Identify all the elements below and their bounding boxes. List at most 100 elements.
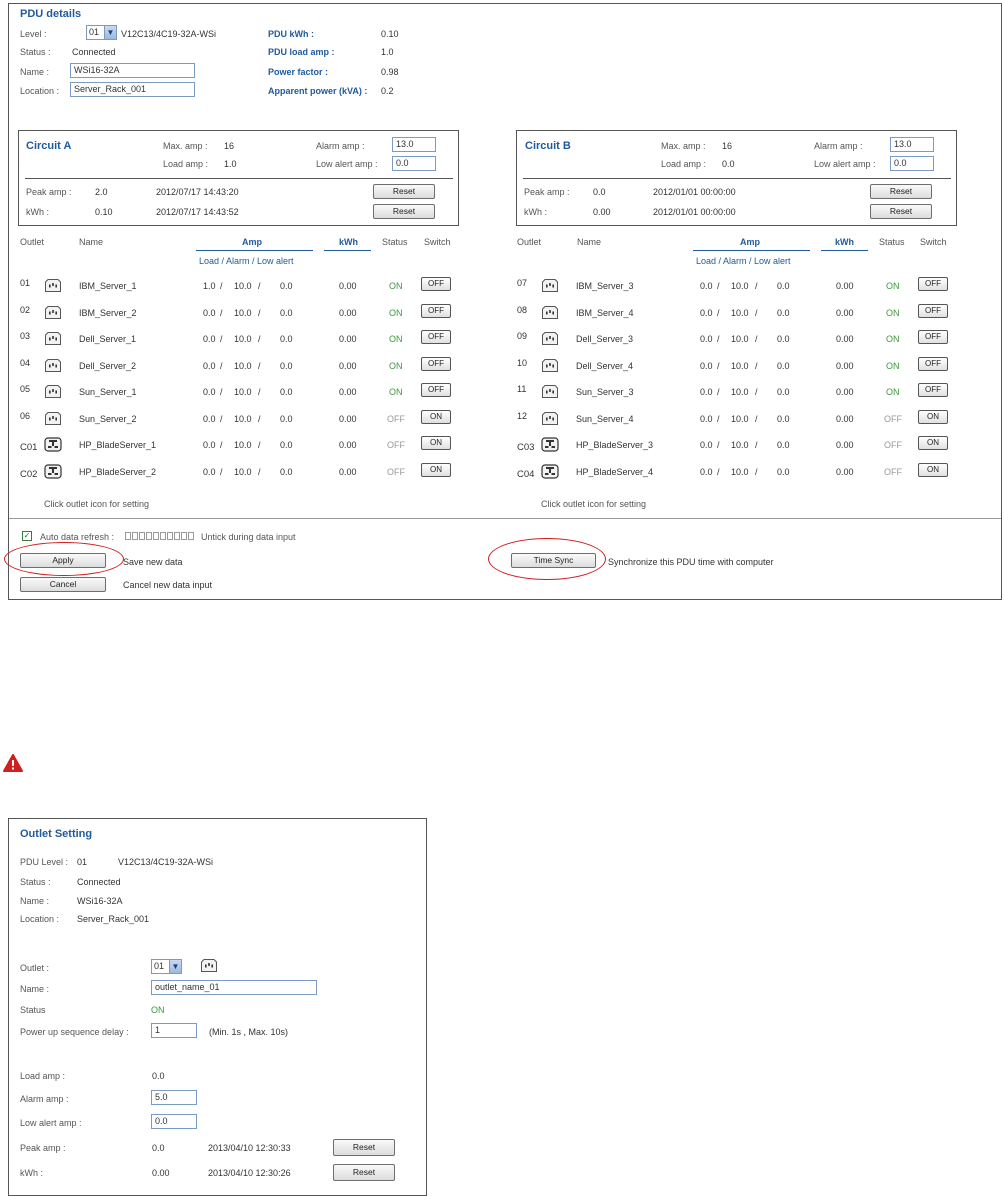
outlet-switch-button[interactable]: ON — [918, 409, 948, 424]
os-alarm-amp-label: Alarm amp : — [20, 1094, 69, 1104]
outlet-switch-button[interactable]: OFF — [918, 383, 948, 397]
outlet-name: HP_BladeServer_3 — [576, 440, 654, 450]
outlet-switch-button[interactable]: ON — [918, 462, 948, 477]
outlet-low-alert: 0.0 — [280, 466, 293, 477]
outlet-c13-icon[interactable] — [44, 331, 62, 346]
pdu-kwh-value: 0.10 — [381, 29, 399, 39]
os-location-label: Location : — [20, 914, 60, 924]
outlet-alarm: 10.0 — [731, 413, 749, 424]
col-name-header: Name — [79, 237, 104, 247]
divider — [9, 518, 1001, 519]
outlet-load: 1.0 — [203, 281, 216, 291]
separator: / — [755, 413, 758, 424]
os-load-amp-label: Load amp : — [20, 1071, 66, 1081]
circuit-b-max-amp-label: Max. amp : — [661, 141, 706, 151]
outlet-status: ON — [389, 307, 403, 318]
outlet-alarm: 10.0 — [234, 440, 252, 450]
outlet-switch-button[interactable]: OFF — [421, 303, 451, 318]
circuit-a-alarm-amp-field[interactable]: 13.0 — [392, 137, 436, 152]
circuit-a-peak-value: 2.0 — [95, 187, 108, 197]
os-name-label: Name : — [20, 896, 50, 906]
outlet-c13-icon[interactable] — [541, 358, 559, 373]
outlet-c19-icon[interactable] — [44, 437, 62, 452]
outlet-load: 0.0 — [700, 307, 713, 318]
os-outlet-label: Outlet : — [20, 963, 50, 973]
outlet-c19-icon[interactable] — [541, 437, 559, 452]
os-delay-label: Power up sequence delay : — [20, 1027, 129, 1037]
outlet-hint: Click outlet icon for setting — [44, 499, 150, 509]
circuit-b-kwh-reset-button[interactable]: Reset — [870, 204, 932, 219]
outlet-switch-button[interactable]: OFF — [421, 277, 451, 291]
separator: / — [220, 466, 223, 477]
os-low-alert-field[interactable]: 0.0 — [151, 1114, 197, 1129]
os-peak-time: 2013/04/10 12:30:33 — [208, 1143, 291, 1153]
os-kwh-reset-button[interactable]: Reset — [333, 1164, 395, 1181]
outlet-id: 06 — [20, 410, 31, 421]
outlet-name: HP_BladeServer_1 — [79, 440, 157, 450]
circuit-b-low-alert-field[interactable]: 0.0 — [890, 156, 934, 171]
outlet-status: ON — [389, 360, 403, 371]
outlet-c19-icon[interactable] — [44, 463, 62, 479]
outlet-switch-button[interactable]: ON — [421, 436, 451, 450]
outlet-c19-icon[interactable] — [541, 463, 559, 479]
circuit-a-low-alert-field[interactable]: 0.0 — [392, 156, 436, 171]
outlet-c13-icon[interactable] — [44, 358, 62, 373]
outlet-c13-icon[interactable] — [541, 384, 559, 399]
outlet-switch-button[interactable]: OFF — [421, 330, 451, 344]
outlet-load: 0.0 — [700, 281, 713, 291]
outlet-switch-button[interactable]: OFF — [421, 356, 451, 371]
os-peak-reset-button[interactable]: Reset — [333, 1139, 395, 1156]
outlet-c13-icon[interactable] — [541, 305, 559, 320]
outlet-id: C04 — [517, 468, 535, 480]
cancel-button[interactable]: Cancel — [20, 577, 106, 592]
outlet-c13-icon[interactable] — [541, 331, 559, 346]
outlet-c13-icon[interactable] — [44, 384, 62, 399]
outlet-alarm: 10.0 — [731, 334, 749, 344]
pdu-location-field[interactable]: Server_Rack_001 — [70, 82, 195, 97]
pdu-name-field[interactable]: WSi16-32A — [70, 63, 195, 78]
outlet-switch-button[interactable]: OFF — [421, 383, 451, 397]
circuit-a-kwh-reset-button[interactable]: Reset — [373, 204, 435, 219]
apply-hint: Save new data — [123, 557, 183, 567]
outlet-switch-button[interactable]: OFF — [918, 277, 948, 291]
outlet-switch-button[interactable]: ON — [918, 436, 948, 450]
os-status-value: Connected — [77, 877, 121, 887]
os-alarm-amp-field[interactable]: 5.0 — [151, 1090, 197, 1105]
level-select[interactable]: 01 ▼ — [86, 25, 117, 40]
outlet-c13-icon[interactable] — [44, 411, 62, 426]
os-delay-field[interactable]: 1 — [151, 1023, 197, 1038]
circuit-b-kwh-time: 2012/01/01 00:00:00 — [653, 207, 736, 217]
os-name-value: WSi16-32A — [77, 896, 123, 906]
outlet-c13-icon[interactable] — [541, 278, 559, 293]
outlet-kwh: 0.00 — [339, 360, 357, 371]
outlet-load: 0.0 — [700, 360, 713, 371]
outlet-alarm: 10.0 — [731, 440, 749, 450]
circuit-b-alarm-amp-field[interactable]: 13.0 — [890, 137, 934, 152]
circuit-b-load-amp-value: 0.0 — [722, 159, 735, 169]
auto-refresh-checkbox[interactable]: ✓ — [22, 531, 32, 541]
circuit-b-kwh-label: kWh : — [524, 207, 548, 217]
outlet-id: 11 — [517, 384, 527, 394]
col-kwh-header: kWh — [835, 237, 854, 247]
os-outlet-name-field[interactable]: outlet_name_01 — [151, 980, 317, 995]
outlet-switch-button[interactable]: OFF — [918, 356, 948, 371]
circuit-b-peak-reset-button[interactable]: Reset — [870, 184, 932, 199]
outlet-c13-icon[interactable] — [541, 411, 559, 426]
outlet-switch-button[interactable]: ON — [421, 462, 451, 477]
outlet-kwh: 0.00 — [836, 334, 854, 344]
os-status-label: Status : — [20, 877, 51, 887]
circuit-a-peak-reset-button[interactable]: Reset — [373, 184, 435, 199]
outlet-switch-button[interactable]: OFF — [918, 303, 948, 318]
separator: / — [220, 307, 223, 318]
outlet-switch-button[interactable]: OFF — [918, 330, 948, 344]
outlet-switch-button[interactable]: ON — [421, 409, 451, 424]
power-factor-value: 0.98 — [381, 67, 399, 77]
outlet-c13-icon[interactable] — [44, 305, 62, 320]
outlet-name: Sun_Server_1 — [79, 387, 137, 397]
separator: / — [717, 307, 720, 318]
outlet-hint: Click outlet icon for setting — [541, 499, 647, 509]
cancel-hint: Cancel new data input — [123, 580, 213, 590]
outlet-low-alert: 0.0 — [280, 334, 293, 344]
outlet-c13-icon[interactable] — [44, 278, 62, 293]
os-outlet-select[interactable]: 01 ▼ — [151, 959, 182, 974]
